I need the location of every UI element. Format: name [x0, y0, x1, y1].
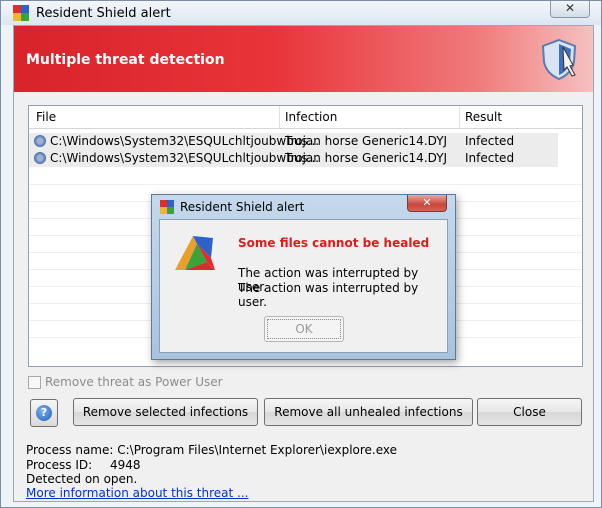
file-icon — [34, 152, 46, 164]
power-user-checkbox[interactable] — [28, 376, 41, 389]
avg-app-icon — [13, 5, 29, 21]
cell-infection: Trojan horse Generic14.DYJ — [285, 134, 448, 148]
column-header-result[interactable]: Result — [465, 110, 502, 124]
dialog-message: The action was interrupted by user. — [238, 281, 419, 309]
process-name: Process name: C:\Program Files\Internet … — [26, 443, 398, 457]
column-header-infection[interactable]: Infection — [285, 110, 337, 124]
cell-infection: Trojan horse Generic14.DYJ — [285, 151, 448, 165]
process-id-label: Process ID: — [26, 458, 93, 472]
cell-result: Infected — [465, 151, 515, 165]
banner: Multiple threat detection — [14, 26, 593, 92]
focus-rect — [267, 319, 341, 339]
more-info-link[interactable]: More information about this threat ... — [26, 486, 248, 500]
dialog-close-button[interactable]: ✕ — [407, 195, 447, 212]
banner-title: Multiple threat detection — [26, 52, 225, 68]
power-user-option: Remove threat as Power User — [28, 375, 223, 389]
remove-all-button[interactable]: Remove all unhealed infections — [264, 398, 473, 426]
shield-icon — [541, 38, 577, 81]
main-window: Resident Shield alert ✕ Multiple threat … — [0, 0, 602, 508]
ok-button[interactable]: OK — [264, 316, 344, 342]
table-header: File Infection Result — [29, 106, 582, 129]
window-close-button[interactable]: ✕ — [550, 1, 590, 18]
dialog-title: Resident Shield alert — [180, 200, 305, 214]
cell-file: C:\Windows\System32\ESQULchltjoubwbus... — [50, 151, 320, 165]
help-icon: ? — [36, 405, 52, 421]
column-header-file[interactable]: File — [36, 110, 56, 124]
help-button[interactable]: ? — [30, 399, 58, 427]
column-divider[interactable] — [279, 106, 280, 128]
column-divider[interactable] — [459, 106, 460, 128]
file-icon — [34, 135, 46, 147]
detection-info: Detected on open. — [26, 472, 138, 486]
power-user-label: Remove threat as Power User — [45, 375, 223, 389]
table-row[interactable]: C:\Windows\System32\ESQULchltjoubwbus...… — [29, 133, 558, 150]
dialog-body: Some files cannot be healed The action w… — [159, 219, 448, 353]
title-bar[interactable]: Resident Shield alert ✕ — [1, 1, 601, 25]
dialog-heading: Some files cannot be healed — [238, 236, 430, 250]
table-row[interactable]: C:\Windows\System32\ESQULchltjoubwbus...… — [29, 150, 558, 167]
process-id: Process ID: 4948 — [26, 458, 141, 472]
remove-selected-button[interactable]: Remove selected infections — [73, 398, 258, 426]
avg-app-icon — [160, 200, 174, 214]
avg-logo-icon — [175, 236, 215, 270]
process-id-value: 4948 — [110, 458, 141, 472]
cell-file: C:\Windows\System32\ESQULchltjoubwbus... — [50, 134, 320, 148]
window-title: Resident Shield alert — [36, 6, 171, 21]
cell-result: Infected — [465, 134, 515, 148]
grid-line — [29, 184, 582, 185]
close-button[interactable]: Close — [477, 398, 582, 426]
heal-error-dialog: Resident Shield alert ✕ Some files canno… — [151, 194, 456, 360]
